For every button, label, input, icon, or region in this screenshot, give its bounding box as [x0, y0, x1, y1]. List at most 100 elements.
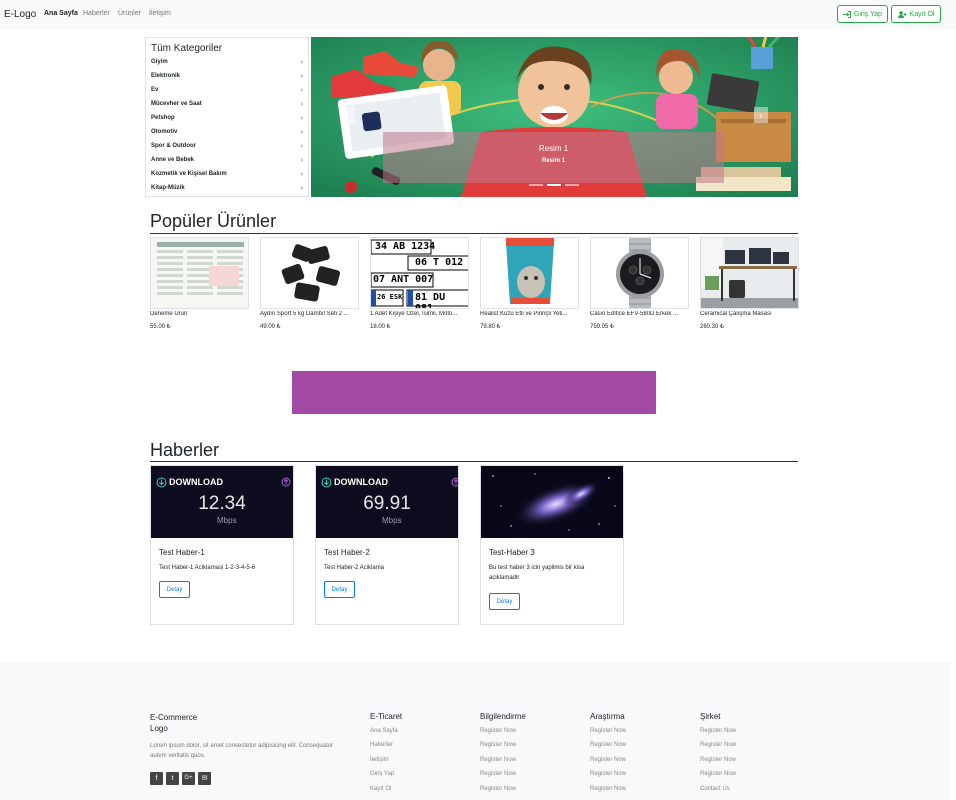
product-price: 49.00 ₺ — [260, 324, 281, 330]
carousel-indicator[interactable] — [565, 184, 579, 186]
product-name[interactable]: Deneme Urun — [150, 311, 249, 320]
chevron-right-icon: › — [300, 101, 303, 108]
download-label: DOWNLOAD — [169, 477, 223, 487]
nav-link-news[interactable]: Haberler — [83, 10, 110, 17]
category-item[interactable]: Elektronik › — [151, 73, 303, 87]
product-card[interactable]: 34 AB 1234 06 T 012 07 ANT 007 26 ESK 81… — [370, 237, 469, 330]
category-item[interactable]: Ev › — [151, 87, 303, 101]
navbar: E-Logo Ana Sayfa Haberler Ürünler İletiş… — [0, 0, 956, 29]
advertisement-banner[interactable] — [292, 371, 656, 414]
news-title: Test Haber-1 — [159, 548, 205, 557]
product-price: 55.00 ₺ — [150, 324, 171, 330]
product-card[interactable]: Casio Edifice EFV-580D Erkek ... 759.05 … — [590, 237, 689, 330]
carousel-indicator-active[interactable] — [547, 184, 561, 186]
footer-column-title: Araştırma — [590, 712, 625, 721]
footer-link[interactable]: Register Now — [590, 757, 626, 763]
product-image — [260, 237, 359, 309]
footer-link[interactable]: Register Now — [480, 742, 516, 748]
footer-link[interactable]: Ana Sayfa — [370, 728, 398, 734]
product-card[interactable]: Realist Kuzu Etli ve Pirinçli Yeti... 79… — [480, 237, 579, 330]
news-detail-button[interactable]: Detay — [489, 593, 520, 610]
category-item[interactable]: Giyim › — [151, 59, 303, 73]
sign-in-icon — [842, 10, 851, 18]
product-name[interactable]: 1 Adet Kişiye Özel, İsimli, Moto... — [370, 311, 469, 320]
chevron-right-icon: › — [300, 143, 303, 150]
product-card[interactable]: Ceramical Çalışma Masası 260.30 ₺ — [700, 237, 799, 330]
footer-column-title: E-Ticaret — [370, 712, 403, 721]
footer-link[interactable]: Haberler — [370, 742, 393, 748]
news-detail-button[interactable]: Detay — [324, 581, 355, 598]
category-item[interactable]: Kozmetik ve Kişisel Bakım › — [151, 171, 303, 185]
footer-link[interactable]: Register Now — [590, 728, 626, 734]
carousel-indicator[interactable] — [529, 184, 543, 186]
product-image — [480, 237, 579, 309]
product-card[interactable]: Deneme Urun 55.00 ₺ — [150, 237, 249, 330]
carousel-prev-button[interactable]: ‹ — [341, 107, 355, 123]
footer-link[interactable]: Register Now — [700, 771, 736, 777]
category-label: Ev — [151, 87, 159, 93]
category-label: Petshop — [151, 115, 175, 121]
category-label: Spor & Outdoor — [151, 143, 196, 149]
category-item[interactable]: Spor & Outdoor › — [151, 143, 303, 157]
category-label: Mücevher ve Saat — [151, 101, 202, 107]
category-label: Otomotiv — [151, 129, 178, 135]
footer-link[interactable]: Register Now — [590, 742, 626, 748]
category-label: Elektronik — [151, 73, 181, 79]
footer-link[interactable]: Register Now — [700, 742, 736, 748]
footer-link[interactable]: Register Now — [700, 728, 736, 734]
footer-link[interactable]: Register Now — [480, 786, 516, 792]
nav-link-contact[interactable]: İletişim — [149, 10, 171, 17]
nav-link-products[interactable]: Ürünler — [118, 10, 141, 17]
register-button-label: Kayıt Ol — [909, 10, 935, 18]
footer-link[interactable]: Register Now — [700, 757, 736, 763]
footer-link[interactable]: Register Now — [480, 771, 516, 777]
category-item[interactable]: Mücevher ve Saat › — [151, 101, 303, 115]
register-button[interactable]: Kayıt Ol — [891, 5, 941, 23]
category-item[interactable]: Petshop › — [151, 115, 303, 129]
category-item[interactable]: Anne ve Bebek › — [151, 157, 303, 171]
category-item[interactable]: Kitap-Müzik › — [151, 185, 303, 199]
product-card[interactable]: Aydın Sport 5 kg Dambıl Seti 2 ... 49.00… — [260, 237, 359, 330]
footer-link[interactable]: Register Now — [590, 771, 626, 777]
plate-text: 06 T 012 — [415, 257, 464, 268]
news-section-title: Haberler — [150, 440, 220, 460]
news-description: Bu test haber 3 icin yapilmis bir kisa a… — [489, 565, 585, 581]
product-name[interactable]: Aydın Sport 5 kg Dambıl Seti 2 ... — [260, 311, 359, 320]
section-divider — [150, 461, 798, 462]
product-name[interactable]: Realist Kuzu Etli ve Pirinçli Yeti... — [480, 311, 579, 320]
footer-link[interactable]: Register Now — [480, 728, 516, 734]
google-plus-icon[interactable]: G+ — [182, 772, 195, 785]
twitter-icon[interactable]: t — [166, 772, 179, 785]
category-item[interactable]: Otomotiv › — [151, 129, 303, 143]
footer-description: Lorem ipsum dolor, sit amet consectetur … — [150, 743, 334, 759]
footer-link[interactable]: Kayıt Ol — [370, 786, 391, 792]
hero-carousel[interactable]: Resim 1 Resim 1 ‹ › — [311, 37, 798, 197]
category-label: Giyim — [151, 59, 168, 65]
category-label: Kitap-Müzik — [151, 185, 185, 191]
news-detail-button[interactable]: Detay — [159, 581, 190, 598]
login-button[interactable]: Giriş Yap — [837, 5, 888, 23]
category-list-title: Tüm Kategoriler — [151, 43, 223, 54]
carousel-caption-title: Resim 1 — [538, 144, 569, 153]
product-image — [150, 237, 249, 309]
footer-link[interactable]: Contact Us — [700, 786, 730, 792]
category-label: Kozmetik ve Kişisel Bakım — [151, 171, 227, 177]
footer: E-Commerce Logo Lorem ipsum dolor, sit a… — [0, 662, 950, 800]
facebook-icon[interactable]: f — [150, 772, 163, 785]
section-divider — [150, 233, 798, 234]
carousel-next-button[interactable]: › — [754, 107, 768, 123]
chevron-right-icon: › — [300, 87, 303, 94]
footer-link[interactable]: Register Now — [590, 786, 626, 792]
plate-text: 34 AB 1234 — [375, 241, 436, 252]
product-name[interactable]: Casio Edifice EFV-580D Erkek ... — [590, 311, 689, 320]
nav-link-home[interactable]: Ana Sayfa — [44, 10, 78, 17]
news-description: Test Haber-2 Aciklama — [324, 565, 385, 571]
footer-link[interactable]: Giriş Yap — [370, 771, 394, 777]
product-name[interactable]: Ceramical Çalışma Masası — [700, 311, 799, 320]
footer-link[interactable]: Register Now — [480, 757, 516, 763]
mail-icon[interactable]: ✉ — [198, 772, 211, 785]
news-image — [481, 466, 623, 538]
footer-link[interactable]: İletişim — [370, 757, 389, 763]
footer-column-title: Bilgilendirme — [480, 712, 526, 721]
brand-logo[interactable]: E-Logo — [4, 9, 36, 20]
